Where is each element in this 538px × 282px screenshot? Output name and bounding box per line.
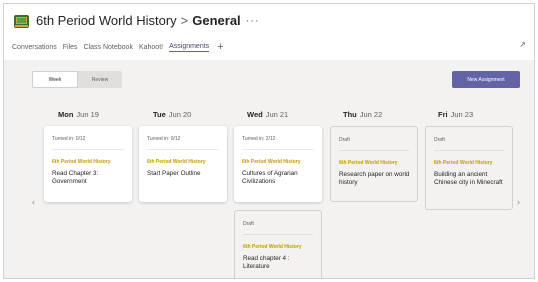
day-name: Mon	[58, 110, 74, 119]
assignment-card[interactable]: Turned in: 2/12 6th Period World History…	[234, 126, 322, 202]
week-view-button[interactable]: Week	[32, 71, 78, 88]
day-date: Jun 23	[450, 110, 474, 119]
day-date: Jun 19	[76, 110, 99, 119]
chalkboard-ledge	[15, 25, 28, 27]
day-header-wed: Wed Jun 21	[247, 110, 288, 119]
team-name[interactable]: 6th Period World History	[36, 13, 177, 28]
assignment-card[interactable]: Draft 6th Period World History Read chap…	[234, 210, 322, 278]
card-class-name: 6th Period World History	[147, 159, 206, 165]
tab-assignments[interactable]: Assignments	[169, 43, 210, 52]
card-title: Cultures of Agrarian Civilizations	[242, 170, 298, 186]
card-status: Draft	[434, 137, 445, 143]
teams-window: 6th Period World History > General ··· C…	[3, 3, 535, 279]
chalkboard-surface	[16, 17, 27, 24]
card-divider	[242, 149, 314, 150]
channel-header: 6th Period World History > General ··· C…	[4, 4, 534, 60]
card-divider	[434, 150, 504, 151]
card-class-name: 6th Period World History	[52, 159, 111, 165]
card-title: Start Paper Outline	[147, 170, 201, 177]
card-status: Turned in: 0/12	[147, 136, 181, 142]
day-date: Jun 22	[359, 110, 383, 119]
card-divider	[147, 149, 219, 150]
assignment-card[interactable]: Turned in: 0/12 6th Period World History…	[44, 126, 132, 202]
assignments-board: Week Review New Assignment Mon Jun 19 Tue…	[4, 60, 534, 278]
review-view-button[interactable]: Review	[78, 71, 122, 88]
more-options-icon[interactable]: ···	[246, 15, 260, 27]
day-name: Wed	[247, 110, 263, 119]
card-title: Read chapter 4 : Literature	[243, 255, 290, 271]
card-divider	[339, 150, 409, 151]
day-header-thu: Thu Jun 22	[343, 110, 382, 119]
chalkboard-icon	[14, 15, 29, 28]
channel-tabs: Conversations Files Class Notebook Kahoo…	[12, 42, 224, 53]
new-assignment-button[interactable]: New Assignment	[452, 71, 520, 88]
previous-week-icon[interactable]: ‹	[32, 197, 35, 207]
assignment-card[interactable]: Draft 6th Period World History Research …	[330, 126, 418, 202]
day-name: Tue	[153, 110, 166, 119]
next-week-icon[interactable]: ›	[517, 197, 520, 207]
card-title: Building an ancient Chinese city in Mine…	[434, 171, 503, 187]
tab-conversations[interactable]: Conversations	[12, 44, 57, 51]
breadcrumb-separator: >	[180, 13, 189, 28]
card-title: Read Chapter 3: Government	[52, 170, 99, 186]
day-header-tue: Tue Jun 20	[153, 110, 191, 119]
card-class-name: 6th Period World History	[242, 159, 301, 165]
card-status: Draft	[339, 137, 350, 143]
view-toggle: Week Review	[32, 71, 122, 88]
card-status: Turned in: 2/12	[242, 136, 276, 142]
tab-class-notebook[interactable]: Class Notebook	[84, 44, 133, 51]
add-tab-icon[interactable]: +	[217, 42, 223, 53]
expand-icon[interactable]: ↗	[519, 40, 526, 49]
breadcrumb: 6th Period World History > General ···	[36, 13, 260, 28]
tab-files[interactable]: Files	[63, 44, 78, 51]
day-name: Fri	[438, 110, 448, 119]
channel-name[interactable]: General	[192, 13, 240, 28]
card-status: Draft	[243, 221, 254, 227]
assignment-card[interactable]: Turned in: 0/12 6th Period World History…	[139, 126, 227, 202]
card-title: Research paper on world history	[339, 171, 410, 187]
day-date: Jun 21	[265, 110, 289, 119]
day-header-mon: Mon Jun 19	[58, 110, 99, 119]
card-class-name: 6th Period World History	[434, 160, 493, 166]
card-class-name: 6th Period World History	[243, 244, 302, 250]
day-name: Thu	[343, 110, 357, 119]
assignment-card[interactable]: Draft 6th Period World History Building …	[425, 126, 513, 210]
card-divider	[52, 149, 124, 150]
card-class-name: 6th Period World History	[339, 160, 398, 166]
day-header-fri: Fri Jun 23	[438, 110, 473, 119]
card-status: Turned in: 0/12	[52, 136, 86, 142]
tab-kahoot[interactable]: Kahoot!	[139, 44, 163, 51]
card-divider	[243, 234, 313, 235]
day-date: Jun 20	[168, 110, 192, 119]
